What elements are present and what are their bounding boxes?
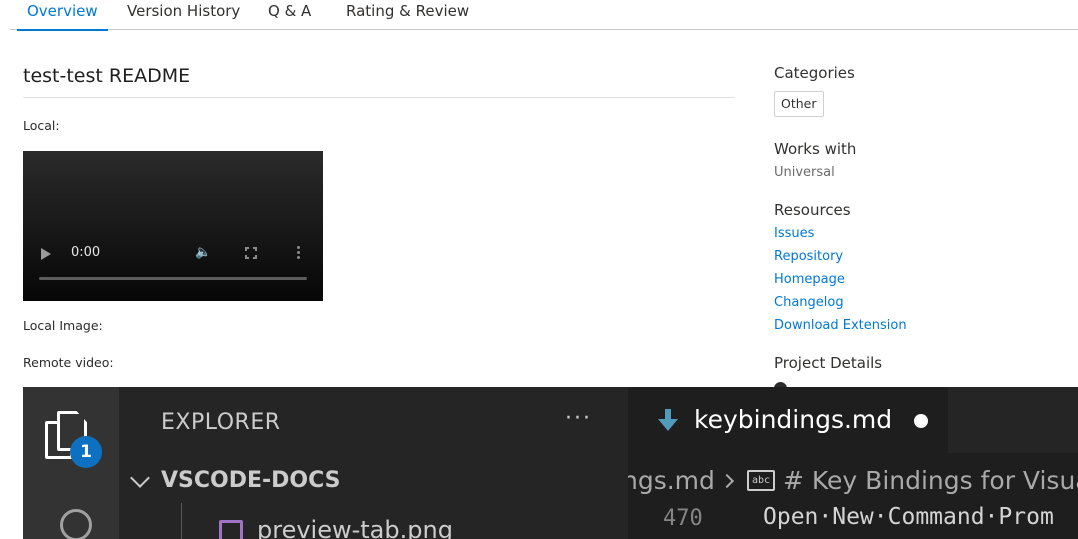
explorer-more-icon: ··· xyxy=(565,406,592,431)
editor-tab-label: keybindings.md xyxy=(694,405,893,434)
root-folder-label: VSCODE-DOCS xyxy=(161,468,341,493)
readme-title: test-test README xyxy=(23,65,191,87)
activity-bar: 1 xyxy=(23,387,119,539)
abc-symbol-icon: abc xyxy=(747,470,775,491)
editor-tab-bar: keybindings.md xyxy=(628,387,1078,453)
explorer-root-folder: VSCODE-DOCS xyxy=(119,461,628,501)
link-download-extension[interactable]: Download Extension xyxy=(774,317,907,335)
category-chip-other[interactable]: Other xyxy=(774,91,824,117)
explorer-badge: 1 xyxy=(70,436,102,468)
local-image-label: Local Image: xyxy=(23,318,103,333)
local-label: Local: xyxy=(23,118,60,133)
chevron-down-icon xyxy=(130,468,150,488)
markdown-file-icon xyxy=(658,409,678,433)
play-icon[interactable] xyxy=(41,248,51,260)
explorer-panel: EXPLORER ··· VSCODE-DOCS preview-tab.png xyxy=(119,387,628,539)
breadcrumb: ngs.md abc # Key Bindings for Visua xyxy=(628,465,1078,497)
image-file-icon xyxy=(219,520,243,539)
dirty-dot-icon xyxy=(914,414,928,428)
video-player[interactable]: 0:00 🔈 xyxy=(23,151,323,301)
file-item: preview-tab.png xyxy=(257,516,453,539)
breadcrumb-file: ngs.md xyxy=(628,466,715,495)
tab-overview[interactable]: Overview xyxy=(17,0,108,31)
link-changelog[interactable]: Changelog xyxy=(774,294,844,312)
explorer-title: EXPLORER xyxy=(161,410,281,435)
remote-video-label: Remote video: xyxy=(23,355,114,370)
link-issues[interactable]: Issues xyxy=(774,225,814,243)
fullscreen-icon[interactable] xyxy=(245,247,257,259)
tree-indent-guide xyxy=(181,503,182,539)
categories-heading: Categories xyxy=(774,64,855,82)
title-divider xyxy=(23,97,735,98)
editor-tab-keybindings: keybindings.md xyxy=(628,387,948,453)
volume-icon[interactable]: 🔈 xyxy=(195,245,213,261)
resources-heading: Resources xyxy=(774,201,851,219)
vscode-screenshot: 1 EXPLORER ··· VSCODE-DOCS preview-tab.p… xyxy=(23,387,1078,539)
tab-version-history[interactable]: Version History xyxy=(127,0,240,30)
more-options-icon[interactable] xyxy=(297,246,301,260)
project-details-heading: Project Details xyxy=(774,354,883,372)
works-with-heading: Works with xyxy=(774,140,857,158)
video-seek-bar[interactable] xyxy=(39,277,307,280)
code-line: Open·New·Command·Prom xyxy=(763,504,1054,530)
chevron-right-icon xyxy=(719,473,735,489)
tab-rating-review[interactable]: Rating & Review xyxy=(346,0,469,30)
video-time: 0:00 xyxy=(71,245,101,260)
search-icon xyxy=(60,509,92,539)
link-repository[interactable]: Repository xyxy=(774,248,843,266)
tab-q-and-a[interactable]: Q & A xyxy=(268,0,311,30)
breadcrumb-symbol: # Key Bindings for Visua xyxy=(783,466,1078,495)
line-number: 470 xyxy=(663,506,703,531)
works-with-value: Universal xyxy=(774,165,835,180)
tab-bar: Overview Version History Q & A Rating & … xyxy=(10,0,1078,31)
link-homepage[interactable]: Homepage xyxy=(774,271,845,289)
